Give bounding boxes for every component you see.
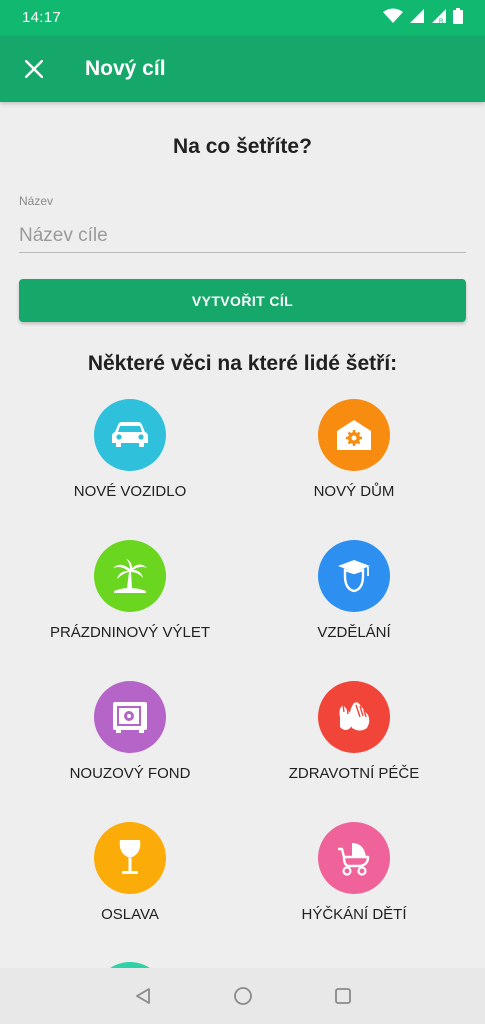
name-field-label: Název [19,194,54,208]
safe-icon [113,702,147,733]
palm-tree-icon [113,559,147,593]
goal-label: OSLAVA [101,906,159,923]
signal-icon [410,9,424,23]
form-heading: Na co šetříte? [173,135,312,158]
goal-spoiling-kids[interactable]: HÝČKÁNÍ DĚTÍ [233,822,475,952]
home-button[interactable] [232,985,254,1007]
goal-label: HÝČKÁNÍ DĚTÍ [301,906,407,923]
goal-vacation[interactable]: PRÁZDNINOVÝ VÝLET [9,540,251,670]
goal-healthcare[interactable]: ZDRAVOTNÍ PÉČE [233,681,475,811]
goal-label: ZDRAVOTNÍ PÉČE [288,765,420,782]
goal-label: PRÁZDNINOVÝ VÝLET [49,624,211,641]
goal-icon-circle [94,681,166,753]
goal-label: NOVÉ VOZIDLO [73,483,187,500]
goal-icon-circle [318,822,390,894]
svg-text:R: R [439,19,444,24]
recents-square-icon [334,988,351,1004]
goal-label: VZDĚLÁNÍ [317,624,391,641]
goal-emergency-fund[interactable]: NOUZOVÝ FOND [9,681,251,811]
goal-icon-circle [94,399,166,471]
goal-icon-circle [318,540,390,612]
app-bar: Nový cíl [0,36,485,102]
goal-icon-circle [94,822,166,894]
signal-roaming-icon: R [432,9,446,24]
car-icon [112,422,148,447]
goal-label: NOVÝ DŮM [313,483,395,500]
back-button[interactable] [132,985,154,1007]
status-bar: 14:17 R [0,0,485,36]
battery-icon [453,8,463,24]
house-icon [337,420,371,450]
goal-name-input[interactable] [19,220,466,253]
stroller-icon [338,843,370,876]
status-time: 14:17 [22,9,62,26]
goal-celebration[interactable]: OSLAVA [9,822,251,952]
goal-new-vehicle[interactable]: NOVÉ VOZIDLO [9,399,251,529]
goal-icon-circle [318,681,390,753]
suggestions-title: Některé věci na které lidé šetří: [87,352,398,375]
wine-glass-icon [119,840,141,874]
close-button[interactable] [14,49,54,89]
back-triangle-icon [135,988,150,1004]
goal-education[interactable]: VZDĚLÁNÍ [233,540,475,670]
page-title: Nový cíl [85,57,166,80]
system-nav-bar [0,968,485,1024]
recents-button[interactable] [332,985,354,1007]
create-goal-button[interactable]: VYTVOŘIT CÍL [19,279,466,322]
wifi-icon [383,8,403,23]
home-circle-icon [233,987,252,1005]
hands-icon [339,702,370,731]
goal-new-house[interactable]: NOVÝ DŮM [233,399,475,529]
graduate-icon [338,560,370,593]
close-icon [25,60,43,78]
status-icons: R [383,8,463,24]
goal-icon-circle [94,540,166,612]
goal-icon-circle [318,399,390,471]
goal-label: NOUZOVÝ FOND [69,765,191,782]
